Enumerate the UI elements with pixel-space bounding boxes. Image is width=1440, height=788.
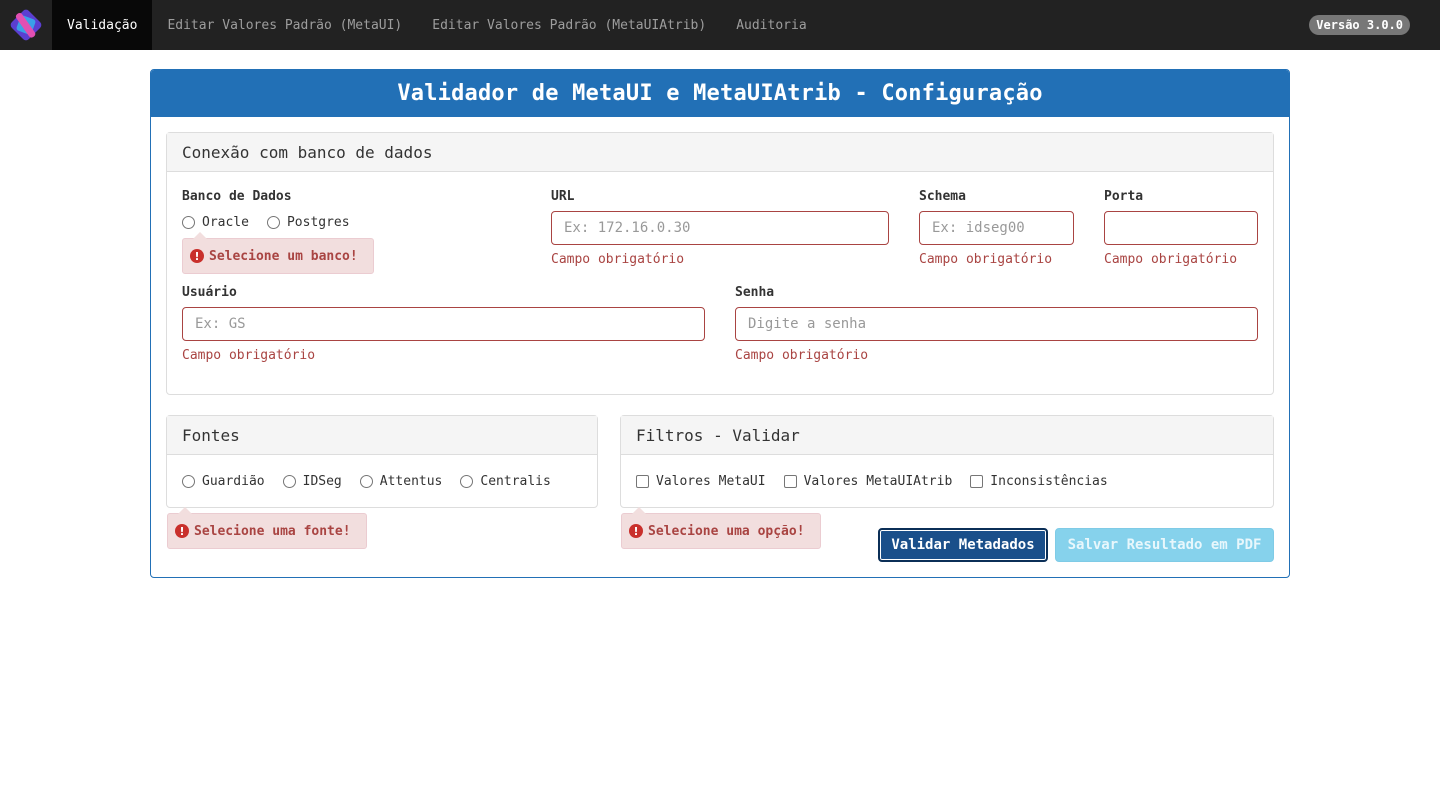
filters-error-text: Selecione uma opção! [648, 523, 805, 539]
sources-error-popover: ! Selecione uma fonte! [167, 507, 367, 549]
checkbox-valores-metauiatrib-box[interactable] [783, 475, 797, 488]
url-input[interactable] [551, 211, 889, 245]
checkbox-valores-metauiatrib[interactable]: Valores MetaUIAtrib [783, 474, 953, 489]
url-label: URL [551, 189, 575, 204]
password-error: Campo obrigatório [735, 348, 869, 363]
radio-guardiao-label: Guardião [202, 474, 265, 489]
schema-input[interactable] [919, 211, 1074, 245]
sources-panel: Fontes Guardião IDSeg Attentus Centralis [166, 415, 598, 508]
url-error: Campo obrigatório [551, 252, 685, 267]
checkbox-valores-metauiatrib-label: Valores MetaUIAtrib [803, 474, 953, 489]
radio-attentus-circle[interactable] [359, 475, 373, 488]
validate-metadata-button[interactable]: Validar Metadados [878, 528, 1048, 562]
filters-panel: Filtros - Validar Valores MetaUI Valores… [620, 415, 1274, 508]
password-label: Senha [735, 285, 775, 300]
sources-error-text: Selecione uma fonte! [194, 523, 351, 539]
radio-oracle-circle[interactable] [182, 216, 195, 229]
radio-guardiao[interactable]: Guardião [182, 474, 265, 489]
sources-radio-group: Guardião IDSeg Attentus Centralis [182, 474, 569, 489]
radio-oracle[interactable]: Oracle [182, 215, 249, 230]
radio-centralis[interactable]: Centralis [460, 474, 551, 489]
error-icon: ! [629, 524, 643, 538]
radio-guardiao-circle[interactable] [182, 475, 195, 488]
version-badge: Versão 3.0.0 [1309, 15, 1410, 35]
database-error-popover: ! Selecione um banco! [182, 232, 374, 274]
save-pdf-button[interactable]: Salvar Resultado em PDF [1055, 528, 1274, 562]
database-radio-group: Oracle Postgres [182, 215, 368, 230]
radio-idseg[interactable]: IDSeg [282, 474, 342, 489]
nav-tab-editar-metaui[interactable]: Editar Valores Padrão (MetaUI) [152, 0, 417, 50]
nav-tab-validacao[interactable]: Validação [52, 0, 153, 50]
radio-centralis-label: Centralis [480, 474, 551, 489]
filters-heading: Filtros - Validar [621, 416, 1273, 455]
error-icon: ! [175, 524, 189, 538]
checkbox-inconsistencias-box[interactable] [970, 475, 984, 488]
database-error-text: Selecione um banco! [209, 248, 358, 264]
port-input[interactable] [1104, 211, 1258, 245]
filters-error-popover: ! Selecione uma opção! [621, 507, 821, 549]
page-title: Validador de MetaUI e MetaUIAtrib - Conf… [151, 70, 1289, 117]
checkbox-valores-metaui-label: Valores MetaUI [656, 474, 766, 489]
radio-idseg-label: IDSeg [302, 474, 342, 489]
user-input[interactable] [182, 307, 705, 341]
schema-label: Schema [919, 189, 966, 204]
connection-panel: Conexão com banco de dados Banco de Dado… [166, 132, 1274, 395]
checkbox-inconsistencias[interactable]: Inconsistências [970, 474, 1108, 489]
error-icon: ! [190, 249, 204, 263]
radio-oracle-label: Oracle [202, 215, 249, 230]
user-error: Campo obrigatório [182, 348, 316, 363]
database-label: Banco de Dados [182, 189, 292, 204]
password-input[interactable] [735, 307, 1258, 341]
port-label: Porta [1104, 189, 1144, 204]
radio-attentus[interactable]: Attentus [359, 474, 443, 489]
port-error: Campo obrigatório [1104, 252, 1238, 267]
filters-checkbox-group: Valores MetaUI Valores MetaUIAtrib Incon… [636, 474, 1126, 489]
radio-postgres-label: Postgres [286, 215, 350, 230]
radio-attentus-label: Attentus [379, 474, 443, 489]
radio-idseg-circle[interactable] [282, 475, 296, 488]
validator-panel: Validador de MetaUI e MetaUIAtrib - Conf… [150, 69, 1290, 578]
user-label: Usuário [182, 285, 237, 300]
app-logo-icon[interactable] [0, 0, 52, 50]
top-navbar: Validação Editar Valores Padrão (MetaUI)… [0, 0, 1440, 50]
schema-error: Campo obrigatório [919, 252, 1053, 267]
checkbox-valores-metaui-box[interactable] [636, 475, 649, 488]
sources-heading: Fontes [167, 416, 597, 455]
connection-heading: Conexão com banco de dados [167, 133, 1273, 172]
nav-tab-editar-metauiatrib[interactable]: Editar Valores Padrão (MetaUIAtrib) [417, 0, 721, 50]
radio-centralis-circle[interactable] [460, 475, 474, 488]
nav-tab-auditoria[interactable]: Auditoria [721, 0, 821, 50]
checkbox-inconsistencias-label: Inconsistências [990, 474, 1108, 489]
radio-postgres[interactable]: Postgres [266, 215, 350, 230]
radio-postgres-circle[interactable] [266, 216, 280, 229]
checkbox-valores-metaui[interactable]: Valores MetaUI [636, 474, 766, 489]
